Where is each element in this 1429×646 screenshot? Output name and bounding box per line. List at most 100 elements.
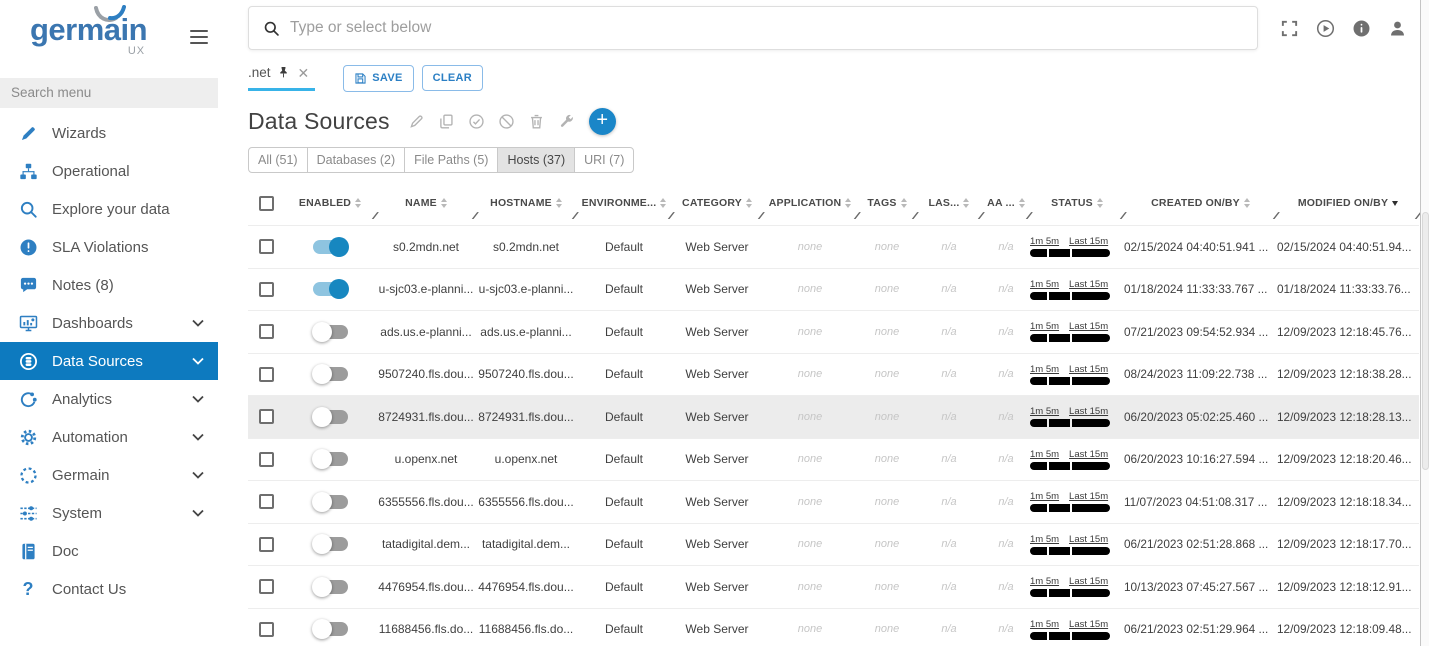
row-checkbox[interactable] [259,367,274,382]
column-header-status[interactable]: STATUS⁄⁄ [1030,181,1124,225]
status-range-short[interactable]: 1m 5m [1030,321,1059,332]
column-header-tags[interactable]: TAGS⁄⁄ [858,181,916,225]
sidebar-item-dashboards[interactable]: Dashboards [0,304,218,342]
status-sparkline[interactable]: 1m 5m Last 15m [1030,321,1110,342]
status-range-long[interactable]: Last 15m [1069,406,1108,417]
edit-icon[interactable] [408,113,425,130]
column-header-environment[interactable]: ENVIRONME...⁄⁄ [576,181,672,225]
global-search-input[interactable] [290,19,1257,37]
table-row[interactable]: 9507240.fls.dou...9507240.fls.dou...Defa… [248,353,1419,396]
row-checkbox[interactable] [259,579,274,594]
status-sparkline[interactable]: 1m 5m Last 15m [1030,576,1110,597]
enabled-toggle[interactable] [313,622,348,636]
status-range-long[interactable]: Last 15m [1069,321,1108,332]
status-range-short[interactable]: 1m 5m [1030,406,1059,417]
chevron-down-icon[interactable] [192,319,204,327]
status-range-long[interactable]: Last 15m [1069,576,1108,587]
status-range-long[interactable]: Last 15m [1069,619,1108,630]
tools-icon[interactable] [558,113,575,130]
sidebar-item-automation[interactable]: Automation [0,418,218,456]
block-icon[interactable] [498,113,515,130]
clear-button[interactable]: CLEAR [422,65,483,91]
row-checkbox[interactable] [259,537,274,552]
row-checkbox[interactable] [259,409,274,424]
save-button[interactable]: SAVE [343,65,413,92]
sidebar-item-explore-your-data[interactable]: Explore your data [0,190,218,228]
approve-icon[interactable] [468,113,485,130]
chevron-down-icon[interactable] [192,433,204,441]
row-checkbox[interactable] [259,324,274,339]
info-icon[interactable] [1352,19,1371,38]
status-range-short[interactable]: 1m 5m [1030,236,1059,247]
sidebar-item-doc[interactable]: Doc [0,532,218,570]
enabled-toggle[interactable] [313,410,348,424]
sidebar-item-notes-8[interactable]: Notes (8) [0,266,218,304]
sidebar-item-system[interactable]: System [0,494,218,532]
sidebar-item-analytics[interactable]: Analytics [0,380,218,418]
status-sparkline[interactable]: 1m 5m Last 15m [1030,491,1110,512]
table-row[interactable]: ads.us.e-planni...ads.us.e-planni...Defa… [248,310,1419,353]
germain-logo[interactable]: germain UX [30,12,147,48]
global-search[interactable] [248,6,1258,50]
tab-all-51[interactable]: All (51) [248,147,308,173]
enabled-toggle[interactable] [313,282,348,296]
copy-icon[interactable] [438,113,455,130]
table-row[interactable]: 11688456.fls.do...11688456.fls.do...Defa… [248,608,1419,646]
user-icon[interactable] [1388,19,1407,38]
pin-icon[interactable] [277,66,290,79]
enabled-toggle[interactable] [313,580,348,594]
status-sparkline[interactable]: 1m 5m Last 15m [1030,406,1110,427]
sidebar-item-germain[interactable]: Germain [0,456,218,494]
status-range-short[interactable]: 1m 5m [1030,279,1059,290]
status-range-short[interactable]: 1m 5m [1030,491,1059,502]
status-range-long[interactable]: Last 15m [1069,534,1108,545]
column-header-aa[interactable]: AA ...⁄⁄ [982,181,1030,225]
status-range-short[interactable]: 1m 5m [1030,449,1059,460]
status-range-short[interactable]: 1m 5m [1030,576,1059,587]
sidebar-item-contact-us[interactable]: ?Contact Us [0,570,218,608]
add-button[interactable]: + [589,108,616,135]
column-header-application[interactable]: APPLICATION⁄⁄ [762,181,858,225]
status-sparkline[interactable]: 1m 5mLast 15m [1030,364,1110,385]
table-row[interactable]: 6355556.fls.dou...6355556.fls.dou...Defa… [248,480,1419,523]
row-checkbox[interactable] [259,622,274,637]
scrollbar-thumb[interactable] [1422,212,1429,470]
chevron-down-icon[interactable] [192,471,204,479]
table-row[interactable]: u.openx.netu.openx.netDefaultWeb Servern… [248,438,1419,481]
status-sparkline[interactable]: 1m 5mLast 15m [1030,534,1110,555]
select-all-checkbox[interactable] [259,196,274,211]
delete-icon[interactable] [528,113,545,130]
menu-toggle-icon[interactable] [190,26,208,48]
column-resize-handle[interactable]: ⁄⁄ [1416,211,1419,222]
table-row[interactable]: 8724931.fls.dou...8724931.fls.dou...Defa… [248,395,1419,438]
column-header-enabled[interactable]: ENABLED⁄⁄ [284,181,376,225]
status-sparkline[interactable]: 1m 5mLast 15m [1030,449,1110,470]
status-sparkline[interactable]: 1m 5mLast 15m [1030,619,1110,640]
column-header-name[interactable]: NAME⁄⁄ [376,181,476,225]
table-row[interactable]: tatadigital.dem...tatadigital.dem...Defa… [248,523,1419,566]
sidebar-item-operational[interactable]: Operational [0,152,218,190]
column-header-las[interactable]: LAS...⁄⁄ [916,181,982,225]
status-range-long[interactable]: Last 15m [1069,491,1108,502]
enabled-toggle[interactable] [313,495,348,509]
chevron-down-icon[interactable] [192,509,204,517]
sidebar-item-sla-violations[interactable]: SLA Violations [0,228,218,266]
enabled-toggle[interactable] [313,240,348,254]
status-sparkline[interactable]: 1m 5m Last 15m [1030,279,1110,300]
chevron-down-icon[interactable] [192,357,204,365]
fullscreen-icon[interactable] [1280,19,1299,38]
close-icon[interactable]: ✕ [296,66,312,80]
status-sparkline[interactable]: 1m 5mLast 15m [1030,236,1110,257]
status-range-long[interactable]: Last 15m [1069,279,1108,290]
play-icon[interactable] [1316,19,1335,38]
filter-chip-net[interactable]: .net ✕ [248,65,315,91]
column-header-created[interactable]: CREATED ON/BY⁄⁄ [1124,181,1277,225]
row-checkbox[interactable] [259,239,274,254]
column-header-modified[interactable]: MODIFIED ON/BY⁄⁄ [1277,181,1419,225]
enabled-toggle[interactable] [313,452,348,466]
tab-databases-2[interactable]: Databases (2) [307,147,406,173]
row-checkbox[interactable] [259,494,274,509]
row-checkbox[interactable] [259,452,274,467]
sidebar-item-data-sources[interactable]: Data Sources [0,342,218,380]
chevron-down-icon[interactable] [192,395,204,403]
